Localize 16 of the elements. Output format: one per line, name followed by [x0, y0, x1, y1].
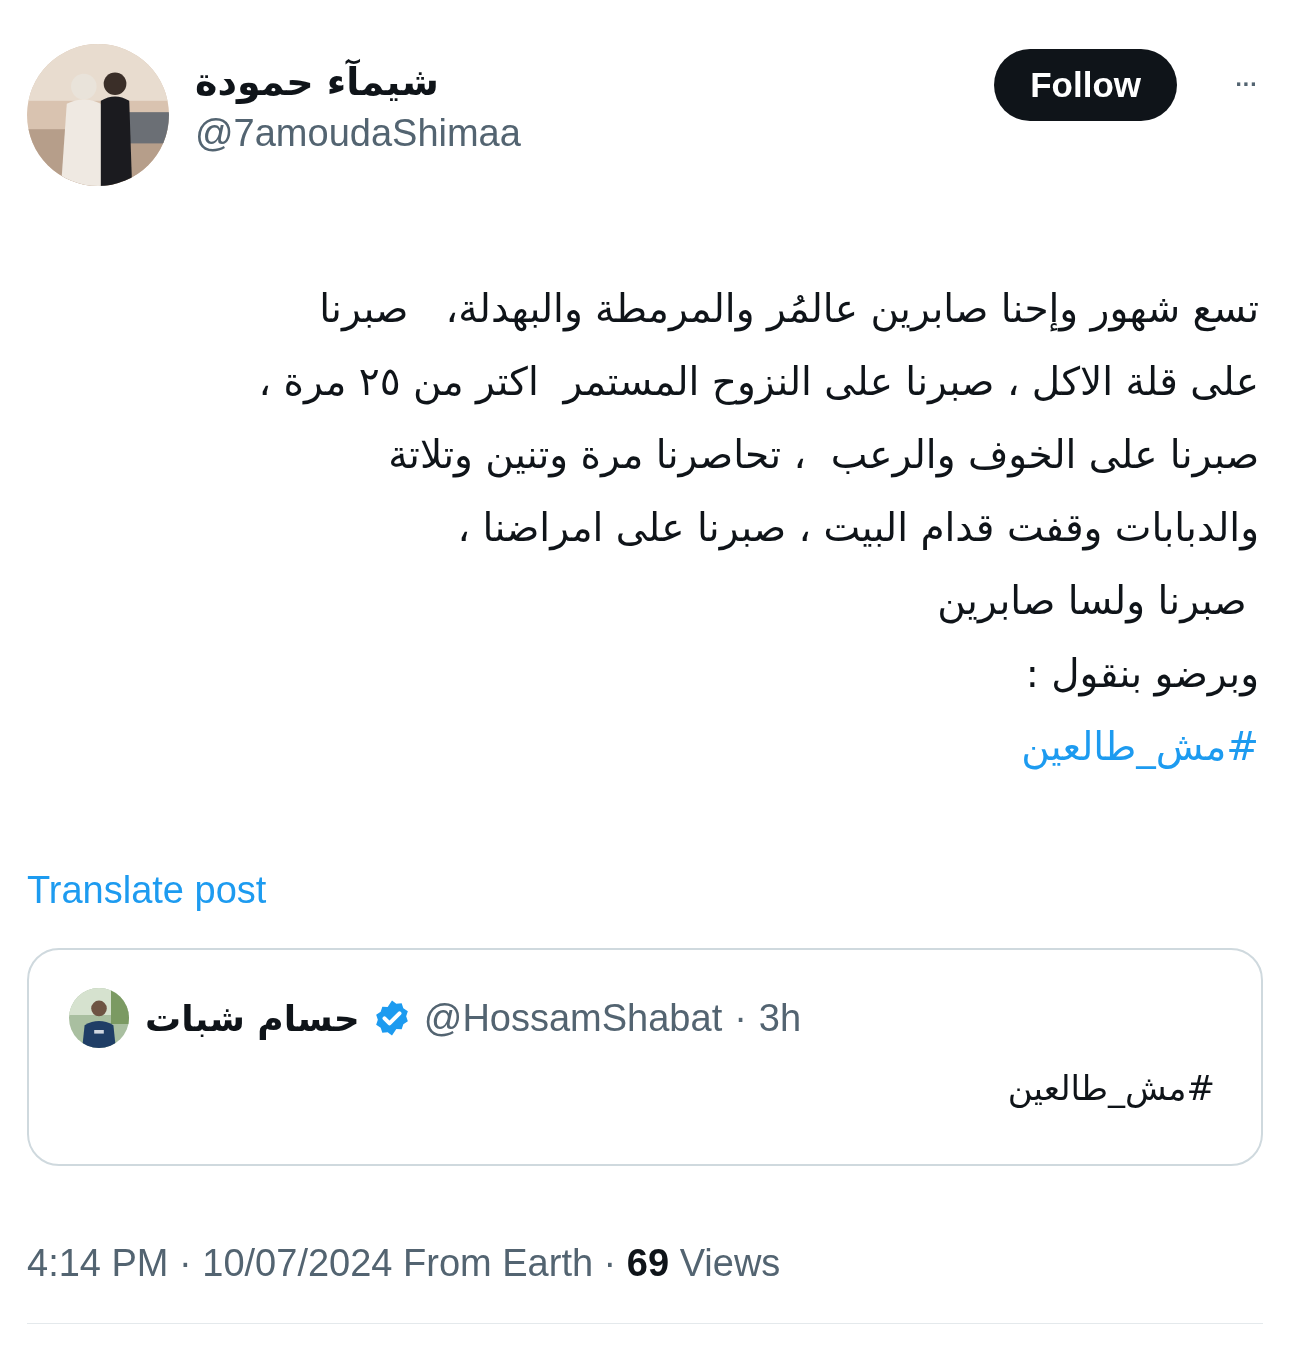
post-text-line: صبرنا ولسا صابرين [937, 577, 1248, 626]
post-text-line: والدبابات وقفت قدام البيت ، صبرنا على امراضنا ، [457, 504, 1259, 553]
author-name: شيمآء حمودة [195, 58, 440, 106]
post-meta: 4:14 PM · 10/07/2024 From Earth · 69 Views [27, 1242, 781, 1285]
post-text-line: وبرضو بنقول : [1025, 650, 1259, 699]
post-text-line: تسع شهور وإحنا صابرين عالمُر والمرمطة والبهدلة، صبرنا [319, 285, 1259, 334]
author-handle: @7amoudaShimaa [195, 111, 522, 156]
post-text-line: على قلة الاكل ، صبرنا على النزوح المستمر اكتر من ٢٥ مرة ، [258, 358, 1259, 407]
separator-dot: · [734, 996, 747, 1040]
quoted-author-name: حسام شبات [145, 997, 360, 1039]
quoted-post-text: #مش_طالعين [1007, 1068, 1215, 1108]
follow-button[interactable]: Follow [994, 49, 1178, 121]
post-time: 3h [758, 996, 802, 1040]
more-button[interactable]: ··· [1225, 62, 1263, 101]
post-text-line: صبرنا على الخوف والرعب ، تحاصرنا مرة وتنين وتلاتة [388, 431, 1259, 480]
quoted-author-handle: @HossamShabat [423, 996, 723, 1040]
